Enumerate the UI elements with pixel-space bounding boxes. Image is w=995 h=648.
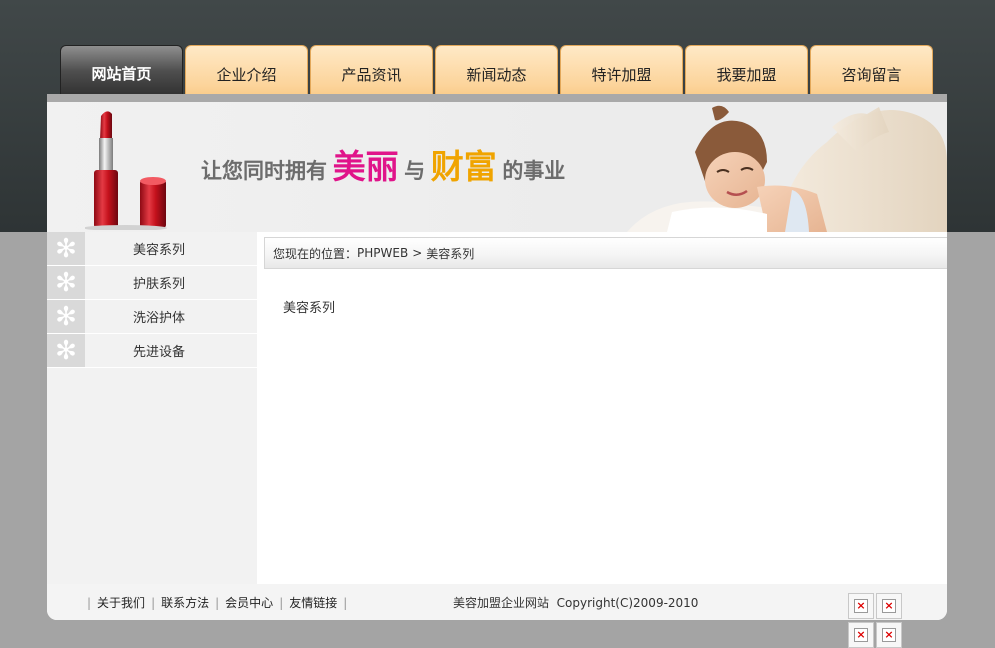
footer-link-contact[interactable]: 联系方法 xyxy=(161,594,209,611)
footer-site-name: 美容加盟企业网站 xyxy=(453,596,550,610)
snowflake-icon: ✻ xyxy=(47,266,85,299)
banner-slogan: 让您同时拥有 美丽 与 财富 的事业 xyxy=(201,140,565,188)
slogan-highlight-wealth: 财富 xyxy=(430,147,497,186)
footer-divider: | xyxy=(215,595,220,610)
sidebar-item-label: 洗浴护体 xyxy=(133,311,186,326)
broken-image-icon: × xyxy=(848,593,874,619)
snowflake-icon: ✻ xyxy=(47,300,85,333)
breadcrumb-current-link[interactable]: 美容系列 xyxy=(426,245,474,262)
footer-divider: | xyxy=(87,595,92,610)
copyright: 美容加盟企业网站 Copyright(C)2009-2010 xyxy=(453,594,698,611)
sidebar-item-label: 美容系列 xyxy=(133,243,186,258)
breadcrumb-home-link[interactable]: PHPWEB xyxy=(357,246,408,260)
sidebar: ✻ 美容系列 ✻ 护肤系列 ✻ 洗浴护体 ✻ 先进设备 xyxy=(47,232,257,584)
page-title: 美容系列 xyxy=(283,301,336,316)
footer-divider: | xyxy=(343,595,348,610)
broken-image-icon: × xyxy=(848,622,874,648)
snowflake-icon: ✻ xyxy=(47,334,85,367)
broken-image-icon: × xyxy=(876,593,902,619)
breadcrumb-separator: > xyxy=(412,246,423,260)
sidebar-item-beauty[interactable]: ✻ 美容系列 xyxy=(47,232,257,266)
slogan-text-1: 让您同时拥有 xyxy=(201,159,327,183)
woman-photo xyxy=(617,102,947,232)
slogan-text-2: 与 xyxy=(404,159,426,183)
footer-copyright: Copyright(C)2009-2010 xyxy=(556,596,699,610)
footer-links: | 关于我们 | 联系方法 | 会员中心 | 友情链接 | xyxy=(81,594,353,611)
breadcrumb-prefix: 您现在的位置： xyxy=(273,246,358,261)
slogan-text-3: 的事业 xyxy=(502,159,566,183)
sidebar-item-label: 先进设备 xyxy=(133,345,186,360)
footer-divider: | xyxy=(151,595,156,610)
sidebar-item-equipment[interactable]: ✻ 先进设备 xyxy=(47,334,257,368)
footer-link-about[interactable]: 关于我们 xyxy=(97,594,145,611)
banner: 让您同时拥有 美丽 与 财富 的事业 xyxy=(47,102,947,232)
nav-underline xyxy=(47,94,947,102)
snowflake-icon: ✻ xyxy=(47,232,85,265)
footer-link-friends[interactable]: 友情链接 xyxy=(289,594,337,611)
slogan-highlight-beauty: 美丽 xyxy=(332,147,399,186)
sidebar-item-label: 护肤系列 xyxy=(133,277,186,292)
broken-image-icon: × xyxy=(876,622,902,648)
lipstick-image xyxy=(85,111,167,230)
footer-divider: | xyxy=(279,595,284,610)
footer-link-members[interactable]: 会员中心 xyxy=(225,594,273,611)
sidebar-item-skincare[interactable]: ✻ 护肤系列 xyxy=(47,266,257,300)
footer: | 关于我们 | 联系方法 | 会员中心 | 友情链接 | 美容加盟企业网站 C… xyxy=(47,584,947,620)
page-container: 让您同时拥有 美丽 与 财富 的事业 ✻ 美容系列 ✻ 护肤系列 ✻ 洗浴护体 … xyxy=(47,102,947,620)
sidebar-item-bath[interactable]: ✻ 洗浴护体 xyxy=(47,300,257,334)
breadcrumb: 您现在的位置： PHPWEB > 美容系列 xyxy=(264,237,947,269)
